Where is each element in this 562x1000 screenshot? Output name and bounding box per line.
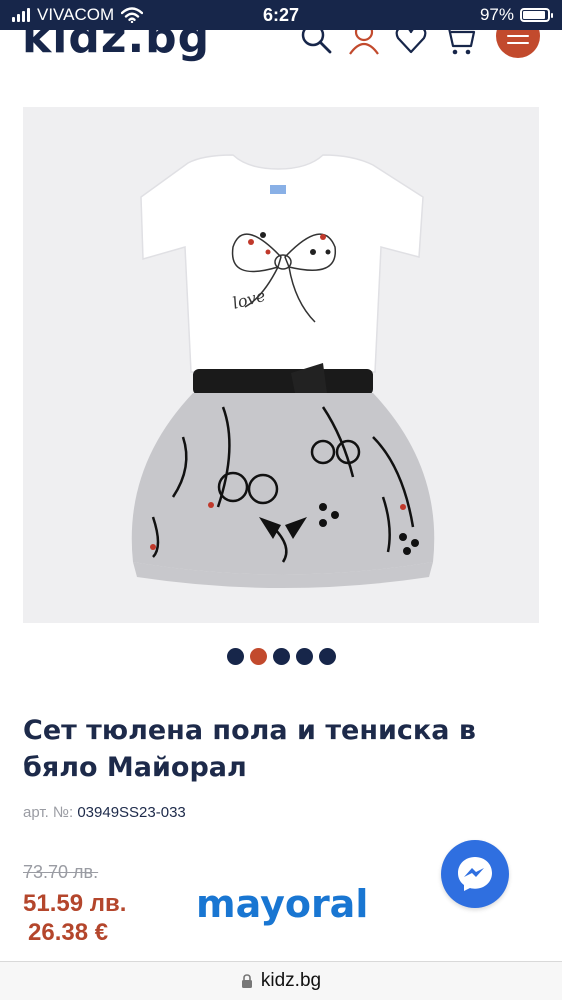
- site-logo[interactable]: kidz.bg: [22, 30, 210, 63]
- messenger-icon[interactable]: [441, 840, 509, 908]
- lock-icon: [241, 974, 252, 988]
- search-icon[interactable]: [298, 30, 334, 58]
- heart-icon[interactable]: [393, 30, 429, 58]
- carousel-dot[interactable]: [272, 648, 290, 665]
- browser-address-bar[interactable]: kidz.bg: [0, 961, 562, 1000]
- status-bar: VIVACOM 6:27 97%: [0, 0, 562, 30]
- product-image[interactable]: love: [23, 107, 539, 623]
- carousel-dot[interactable]: [295, 648, 313, 665]
- carousel-dot[interactable]: [318, 648, 336, 665]
- brand-name: mayoral: [196, 882, 369, 926]
- carousel-dots: [0, 648, 562, 665]
- cart-icon[interactable]: [441, 30, 477, 58]
- product-title: Сет тюлена пола и тениска в бяло Майорал: [23, 715, 476, 783]
- site-header: kidz.bg: [0, 30, 562, 70]
- url-text: kidz.bg: [260, 970, 322, 991]
- sku-label: арт. №:: [23, 804, 74, 821]
- price-eur: 26.38 €: [28, 919, 109, 946]
- user-icon[interactable]: [346, 30, 382, 58]
- sku-value: 03949SS23-033: [77, 804, 186, 821]
- status-right: 97%: [479, 5, 553, 25]
- carousel-dot[interactable]: [249, 648, 267, 665]
- price-bgn: 51.59 лв.: [23, 890, 127, 917]
- hamburger-menu-icon[interactable]: [496, 30, 540, 58]
- product-sku: арт. №: 03949SS23-033: [23, 804, 186, 821]
- battery-percent: 97%: [479, 5, 514, 24]
- carousel-dot[interactable]: [226, 648, 244, 665]
- brand-logo[interactable]: mayoral: [196, 882, 368, 926]
- clock: 6:27: [262, 5, 300, 25]
- battery-icon: [520, 8, 553, 22]
- old-price: 73.70 лв.: [23, 862, 99, 882]
